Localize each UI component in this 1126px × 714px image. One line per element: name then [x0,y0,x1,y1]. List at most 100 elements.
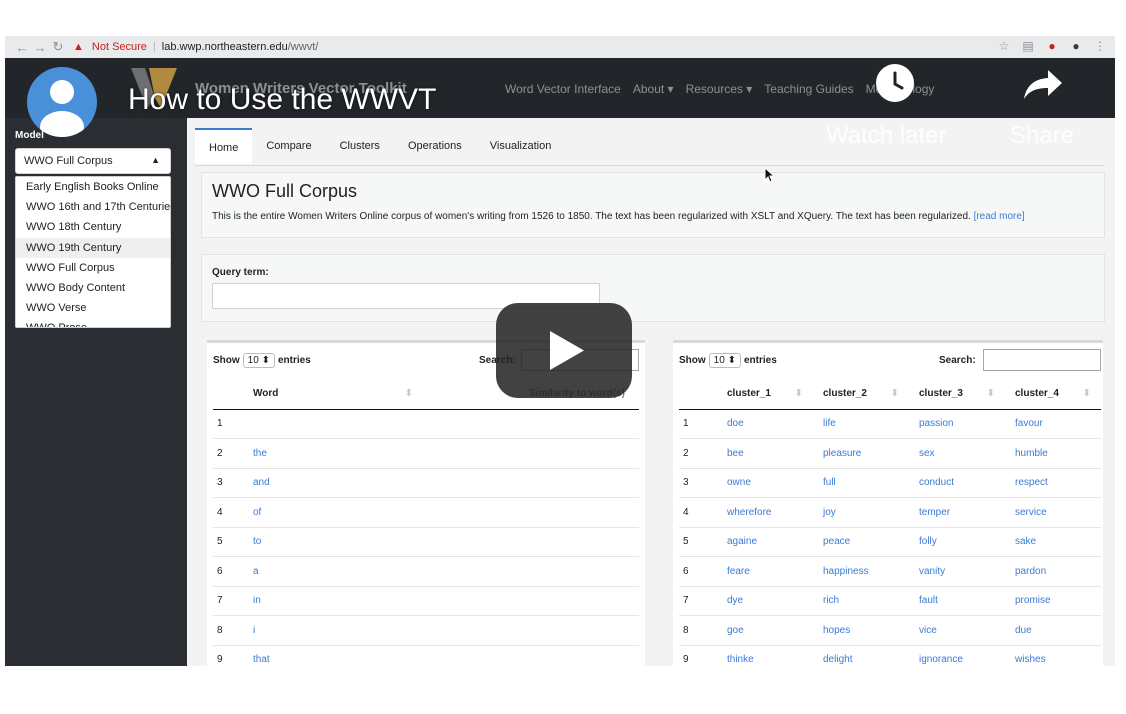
word-cell[interactable]: i [253,615,423,646]
dropdown-option[interactable]: WWO Verse [16,298,170,318]
cluster-word-cell[interactable]: service [1005,497,1101,528]
dropdown-option[interactable]: WWO Body Content [16,278,170,298]
entries-select[interactable]: 10 ⬍ [242,353,275,368]
column-header-cluster-2[interactable]: cluster_2 ⬍ [813,379,909,410]
cluster-word-cell[interactable]: dye [717,586,813,616]
table-row[interactable]: 9 that [213,645,639,666]
nav-word-vector-interface[interactable]: Word Vector Interface [505,82,621,96]
forward-icon[interactable]: → [31,40,49,55]
cluster-word-cell[interactable]: full [813,468,909,498]
cluster-word-cell[interactable]: conduct [909,468,1005,498]
menu-icon[interactable]: ⋮ [1093,39,1107,53]
cluster-word-cell[interactable]: feare [717,556,813,587]
share-arrow-icon[interactable] [1022,68,1064,100]
cluster-word-cell[interactable]: doe [717,409,813,439]
profile-icon[interactable]: ● [1069,39,1083,53]
cluster-word-cell[interactable]: pardon [1005,556,1101,587]
cluster-word-cell[interactable]: life [813,409,909,439]
cluster-word-cell[interactable]: sake [1005,527,1101,557]
cluster-word-cell[interactable]: sex [909,438,1005,469]
clusters-search-input[interactable] [983,349,1101,371]
play-button[interactable] [496,303,632,398]
nav-resources[interactable]: Resources ▾ [686,82,753,96]
clock-icon[interactable] [876,64,914,102]
column-header-cluster-4[interactable]: cluster_4 ⬍ [1005,379,1101,410]
table-row[interactable]: 5 againe peace folly sake [679,527,1101,557]
cluster-word-cell[interactable]: bee [717,438,813,469]
cluster-word-cell[interactable]: vice [909,615,1005,646]
column-header-index[interactable] [679,379,717,410]
nav-teaching-guides[interactable]: Teaching Guides [764,82,853,96]
cluster-word-cell[interactable]: againe [717,527,813,557]
cluster-word-cell[interactable]: goe [717,615,813,646]
model-select[interactable]: WWO Full Corpus ▲ [15,148,171,174]
video-title[interactable]: How to Use the WWVT [128,83,436,117]
cluster-word-cell[interactable]: due [1005,615,1101,646]
table-row[interactable]: 6 feare happiness vanity pardon [679,556,1101,587]
cluster-word-cell[interactable]: respect [1005,468,1101,498]
table-row[interactable]: 1 [213,409,639,439]
cluster-word-cell[interactable]: passion [909,409,1005,439]
cluster-word-cell[interactable]: wishes [1005,645,1101,666]
table-row[interactable]: 4 wherefore joy temper service [679,497,1101,528]
reload-icon[interactable]: ↻ [49,39,67,55]
channel-avatar[interactable] [27,67,97,137]
cluster-word-cell[interactable]: fault [909,586,1005,616]
cluster-word-cell[interactable]: delight [813,645,909,666]
word-cell[interactable]: a [253,556,423,587]
dropdown-option[interactable]: WWO Full Corpus [16,258,170,278]
column-header-word[interactable]: Word ⬍ [253,379,423,410]
word-cell[interactable]: to [253,527,423,557]
cluster-word-cell[interactable]: happiness [813,556,909,587]
share-label[interactable]: Share [1010,122,1074,150]
table-row[interactable]: 2 bee pleasure sex humble [679,438,1101,469]
tab-clusters[interactable]: Clusters [326,128,394,164]
table-row[interactable]: 3 and [213,468,639,498]
read-more-link[interactable]: [read more] [974,211,1025,222]
dropdown-option-highlighted[interactable]: WWO 19th Century [16,237,170,258]
table-row[interactable]: 7 in [213,586,639,616]
word-cell[interactable]: and [253,468,423,498]
word-cell[interactable]: that [253,645,423,666]
watch-later-label[interactable]: Watch later [826,122,946,150]
cluster-word-cell[interactable]: joy [813,497,909,528]
tab-home[interactable]: Home [195,128,253,164]
column-header-cluster-3[interactable]: cluster_3 ⬍ [909,379,1005,410]
table-row[interactable]: 1 doe life passion favour [679,409,1101,439]
nav-about[interactable]: About ▾ [633,82,674,96]
dropdown-option[interactable]: WWO Prose [16,318,170,327]
dropdown-option[interactable]: WWO 18th Century [16,217,170,237]
tab-operations[interactable]: Operations [394,128,476,164]
word-cell[interactable]: in [253,586,423,616]
table-row[interactable]: 2 the [213,438,639,469]
tab-visualization[interactable]: Visualization [476,128,566,164]
cluster-word-cell[interactable]: pleasure [813,438,909,469]
cluster-word-cell[interactable]: wherefore [717,497,813,528]
extension-red-icon[interactable]: ● [1045,39,1059,53]
table-row[interactable]: 9 thinke delight ignorance wishes [679,645,1101,666]
cluster-word-cell[interactable]: temper [909,497,1005,528]
extension-icon[interactable]: ▤ [1021,39,1035,53]
table-row[interactable]: 4 of [213,497,639,528]
column-header-index[interactable] [213,379,253,410]
word-cell[interactable]: the [253,438,423,469]
table-row[interactable]: 6a [213,556,639,587]
dropdown-option[interactable]: Early English Books Online [16,177,170,197]
cluster-word-cell[interactable]: thinke [717,645,813,666]
cluster-word-cell[interactable]: owne [717,468,813,498]
url-bar[interactable]: lab.wwp.northeastern.edu/wwvt/ [162,41,319,53]
entries-select[interactable]: 10 ⬍ [708,353,741,368]
cluster-word-cell[interactable]: humble [1005,438,1101,469]
table-row[interactable]: 7 dye rich fault promise [679,586,1101,616]
cluster-word-cell[interactable]: rich [813,586,909,616]
word-cell[interactable] [253,409,423,439]
dropdown-option[interactable]: WWO 16th and 17th Centuries [16,197,170,217]
table-row[interactable]: 3 owne full conduct respect [679,468,1101,498]
cluster-word-cell[interactable]: ignorance [909,645,1005,666]
back-icon[interactable]: ← [13,40,31,55]
security-warning[interactable]: Not Secure [92,41,147,53]
tab-compare[interactable]: Compare [252,128,325,164]
cluster-word-cell[interactable]: promise [1005,586,1101,616]
word-cell[interactable]: of [253,497,423,528]
cluster-word-cell[interactable]: folly [909,527,1005,557]
